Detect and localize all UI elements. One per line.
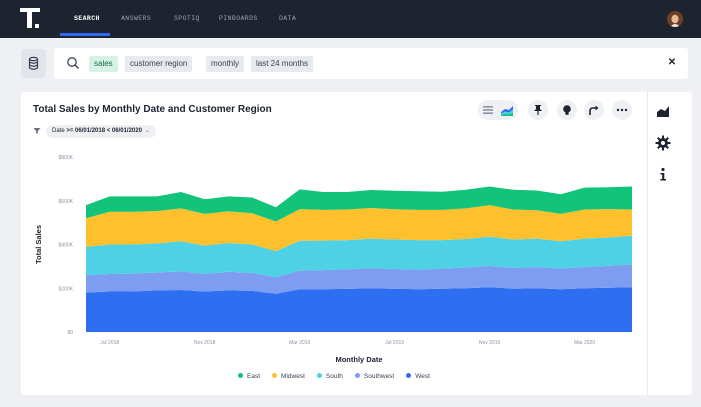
legend-swatch <box>406 373 412 378</box>
answer-card: Total Sales by Monthly Date and Customer… <box>21 92 692 395</box>
info-icon <box>660 167 666 181</box>
legend-swatch <box>238 373 244 378</box>
settings-gear-icon <box>655 135 671 151</box>
x-tick-label: Jul 2019 <box>385 340 404 346</box>
y-axis-label: Total Sales <box>34 225 43 264</box>
settings-button[interactable] <box>654 134 672 152</box>
info-button[interactable] <box>654 165 672 183</box>
active-tab-indicator <box>60 33 110 36</box>
x-tick-label: Mar 2019 <box>289 340 310 346</box>
search-token-last-24-months[interactable]: last 24 months <box>251 56 314 72</box>
x-tick-label: Nov 2018 <box>194 340 216 346</box>
nav-item-data[interactable]: DATA <box>279 15 296 22</box>
nav-item-pinboards[interactable]: PINBOARDS <box>219 15 258 22</box>
legend-item-east[interactable]: East <box>238 373 260 380</box>
legend-label: West <box>415 373 430 380</box>
chart-type-button[interactable] <box>654 102 672 120</box>
legend-label: Southwest <box>363 373 395 380</box>
search-bar[interactable]: sales customer region monthly last 24 mo… <box>54 48 688 79</box>
area-series-west <box>86 287 632 332</box>
search-token-sales[interactable]: sales <box>89 56 118 72</box>
database-icon <box>28 56 39 70</box>
legend-swatch <box>272 373 278 378</box>
nav-item-answers[interactable]: ANSWERS <box>121 15 151 22</box>
y-tick-label: $400K <box>59 243 74 249</box>
x-tick-label: Mar 2020 <box>574 340 595 346</box>
chart-type-icon <box>657 106 669 117</box>
legend-swatch <box>354 373 360 378</box>
y-tick-label: $800K <box>59 155 74 161</box>
nav-item-search[interactable]: SEARCH <box>74 15 100 22</box>
legend-label: East <box>247 373 261 380</box>
legend-label: Midwest <box>281 373 305 380</box>
legend-item-southwest[interactable]: Southwest <box>354 373 395 380</box>
x-axis-label: Monthly Date <box>335 355 382 364</box>
legend-item-midwest[interactable]: Midwest <box>272 373 305 380</box>
search-token-monthly[interactable]: monthly <box>206 56 245 72</box>
y-tick-label: $0 <box>67 330 73 336</box>
x-tick-label: Nov 2019 <box>479 340 501 346</box>
stacked-area-chart: $0 $200K $400K $600K $800K Jul 2018 Nov 2018 Ma… <box>34 155 632 364</box>
user-avatar-icon[interactable] <box>667 11 683 27</box>
legend-item-west[interactable]: West <box>406 373 430 380</box>
legend-label: South <box>325 373 343 380</box>
search-icon <box>67 57 79 69</box>
y-tick-label: $200K <box>59 286 74 292</box>
close-icon[interactable]: ✕ <box>666 57 678 69</box>
data-sources-button[interactable] <box>21 49 46 78</box>
chart-legend: East Midwest South Southwest West <box>21 373 647 385</box>
search-token-customer-region[interactable]: customer region <box>125 56 193 72</box>
y-tick-label: $600K <box>59 199 74 205</box>
x-tick-label: Jul 2018 <box>100 340 119 346</box>
side-panel-divider <box>647 92 648 395</box>
search-row: sales customer region monthly last 24 mo… <box>10 46 691 82</box>
legend-item-south[interactable]: South <box>316 373 343 380</box>
nav-item-spotiq[interactable]: SPOTIQ <box>174 15 200 22</box>
thoughtspot-logo-icon[interactable] <box>20 8 40 30</box>
legend-swatch <box>316 373 322 378</box>
top-nav-bar: SEARCH ANSWERS SPOTIQ PINBOARDS DATA <box>0 0 701 38</box>
